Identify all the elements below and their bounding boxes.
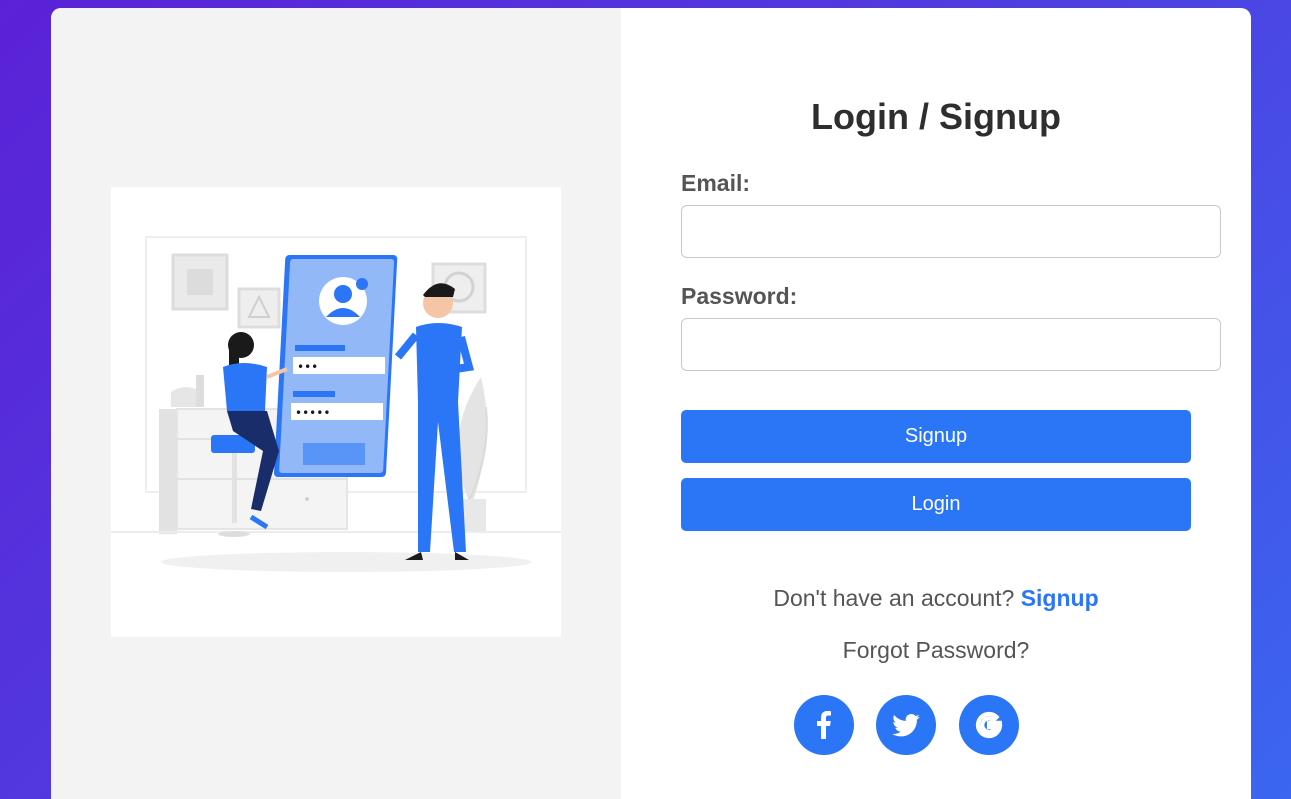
forgot-password: Forgot Password? bbox=[621, 637, 1251, 664]
google-button[interactable] bbox=[959, 695, 1019, 755]
illustration-dots-2: ••••• bbox=[295, 406, 330, 420]
facebook-button[interactable] bbox=[794, 695, 854, 755]
facebook-icon bbox=[817, 711, 831, 739]
login-illustration: ••• ••••• bbox=[111, 187, 561, 637]
password-field[interactable] bbox=[681, 318, 1221, 371]
signup-link[interactable]: Signup bbox=[1021, 585, 1099, 611]
account-prompt-text: Don't have an account? bbox=[773, 585, 1015, 611]
account-prompt: Don't have an account? Signup bbox=[621, 585, 1251, 612]
password-label: Password: bbox=[681, 283, 798, 309]
email-field[interactable] bbox=[681, 205, 1221, 258]
twitter-icon bbox=[892, 713, 920, 736]
illustration-panel: ••• ••••• bbox=[51, 8, 621, 799]
login-card: ••• ••••• Login / Signup Email: Password… bbox=[51, 8, 1251, 799]
login-form-panel: Login / Signup Email: Password: Signup L… bbox=[621, 8, 1251, 799]
forgot-password-link[interactable]: Forgot Password? bbox=[843, 637, 1030, 663]
page-title: Login / Signup bbox=[811, 96, 1061, 137]
login-button[interactable]: Login bbox=[681, 478, 1191, 531]
signup-button[interactable]: Signup bbox=[681, 410, 1191, 463]
illustration-dots-1: ••• bbox=[297, 360, 318, 374]
login-illustration-graphic: ••• ••••• bbox=[111, 236, 561, 572]
google-icon bbox=[975, 711, 1003, 739]
email-label: Email: bbox=[681, 170, 751, 196]
twitter-button[interactable] bbox=[876, 695, 936, 755]
